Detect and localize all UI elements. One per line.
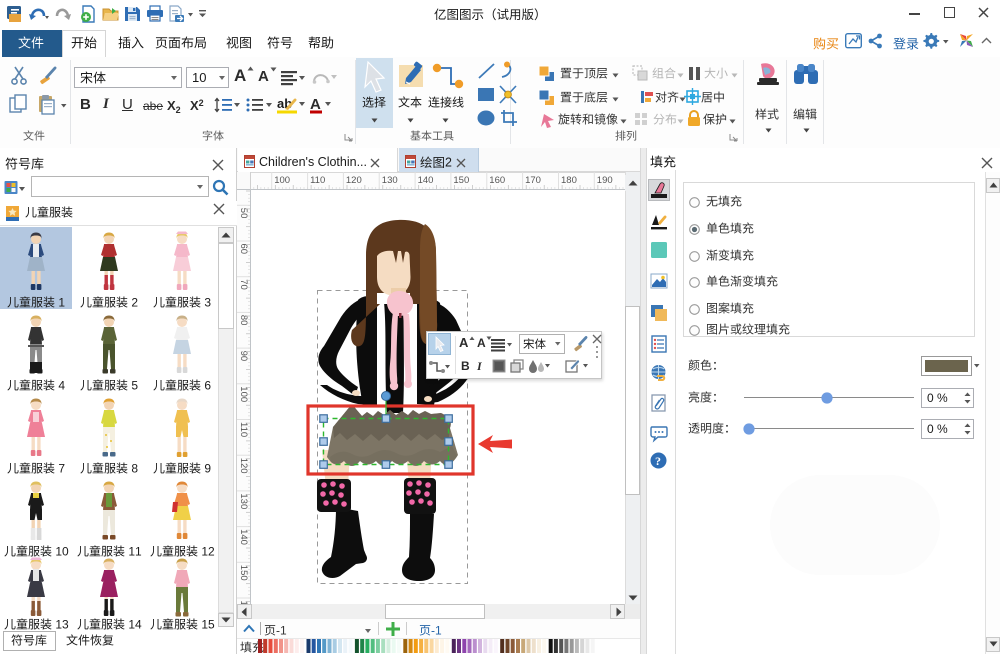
svg-text:150: 150 xyxy=(238,565,249,581)
svg-text:1: 1 xyxy=(435,623,442,637)
svg-text:4: 4 xyxy=(135,617,142,631)
svg-text:120: 120 xyxy=(238,458,249,474)
svg-text:-: - xyxy=(431,623,435,637)
svg-text:120: 120 xyxy=(346,175,362,186)
svg-text:110: 110 xyxy=(310,175,325,186)
svg-text:-: - xyxy=(276,623,280,637)
svg-text:2: 2 xyxy=(131,295,138,309)
svg-text:2: 2 xyxy=(208,544,215,558)
svg-text:130: 130 xyxy=(238,493,249,509)
svg-text:190: 190 xyxy=(597,175,613,186)
svg-text:110: 110 xyxy=(238,422,249,437)
svg-text:?: ? xyxy=(655,454,661,468)
svg-text:90: 90 xyxy=(238,351,249,362)
svg-text:140: 140 xyxy=(418,175,434,186)
svg-text:80: 80 xyxy=(238,315,249,326)
svg-text:ab: ab xyxy=(277,96,292,111)
svg-text:8: 8 xyxy=(131,461,138,475)
svg-text:1: 1 xyxy=(201,617,208,631)
svg-text:A: A xyxy=(310,96,321,113)
svg-text:1: 1 xyxy=(201,544,208,558)
svg-text:1: 1 xyxy=(128,617,135,631)
svg-text:60: 60 xyxy=(238,244,249,255)
svg-text:5: 5 xyxy=(131,378,138,392)
svg-text:3: 3 xyxy=(62,617,69,631)
svg-text:6: 6 xyxy=(204,378,211,392)
svg-text:4: 4 xyxy=(58,378,65,392)
svg-text:0: 0 xyxy=(62,544,69,558)
svg-text:1: 1 xyxy=(135,544,142,558)
svg-text:7: 7 xyxy=(58,461,65,475)
svg-text:150: 150 xyxy=(453,175,469,186)
svg-text:1: 1 xyxy=(128,544,135,558)
svg-text:160: 160 xyxy=(489,175,505,186)
svg-text:1: 1 xyxy=(280,623,287,637)
svg-text:5: 5 xyxy=(208,617,215,631)
svg-text:3: 3 xyxy=(204,295,211,309)
svg-text:9: 9 xyxy=(204,461,211,475)
svg-text:140: 140 xyxy=(238,529,249,545)
svg-text:2: 2 xyxy=(445,156,452,170)
svg-text:100: 100 xyxy=(274,175,290,186)
svg-text:1: 1 xyxy=(58,295,65,309)
svg-text:100: 100 xyxy=(238,386,249,402)
svg-text:1: 1 xyxy=(55,544,62,558)
svg-text:180: 180 xyxy=(561,175,577,186)
svg-text:130: 130 xyxy=(382,175,398,186)
svg-text:170: 170 xyxy=(525,175,541,186)
svg-text:1: 1 xyxy=(55,617,62,631)
svg-text:50: 50 xyxy=(238,208,249,219)
svg-text:70: 70 xyxy=(238,279,249,290)
